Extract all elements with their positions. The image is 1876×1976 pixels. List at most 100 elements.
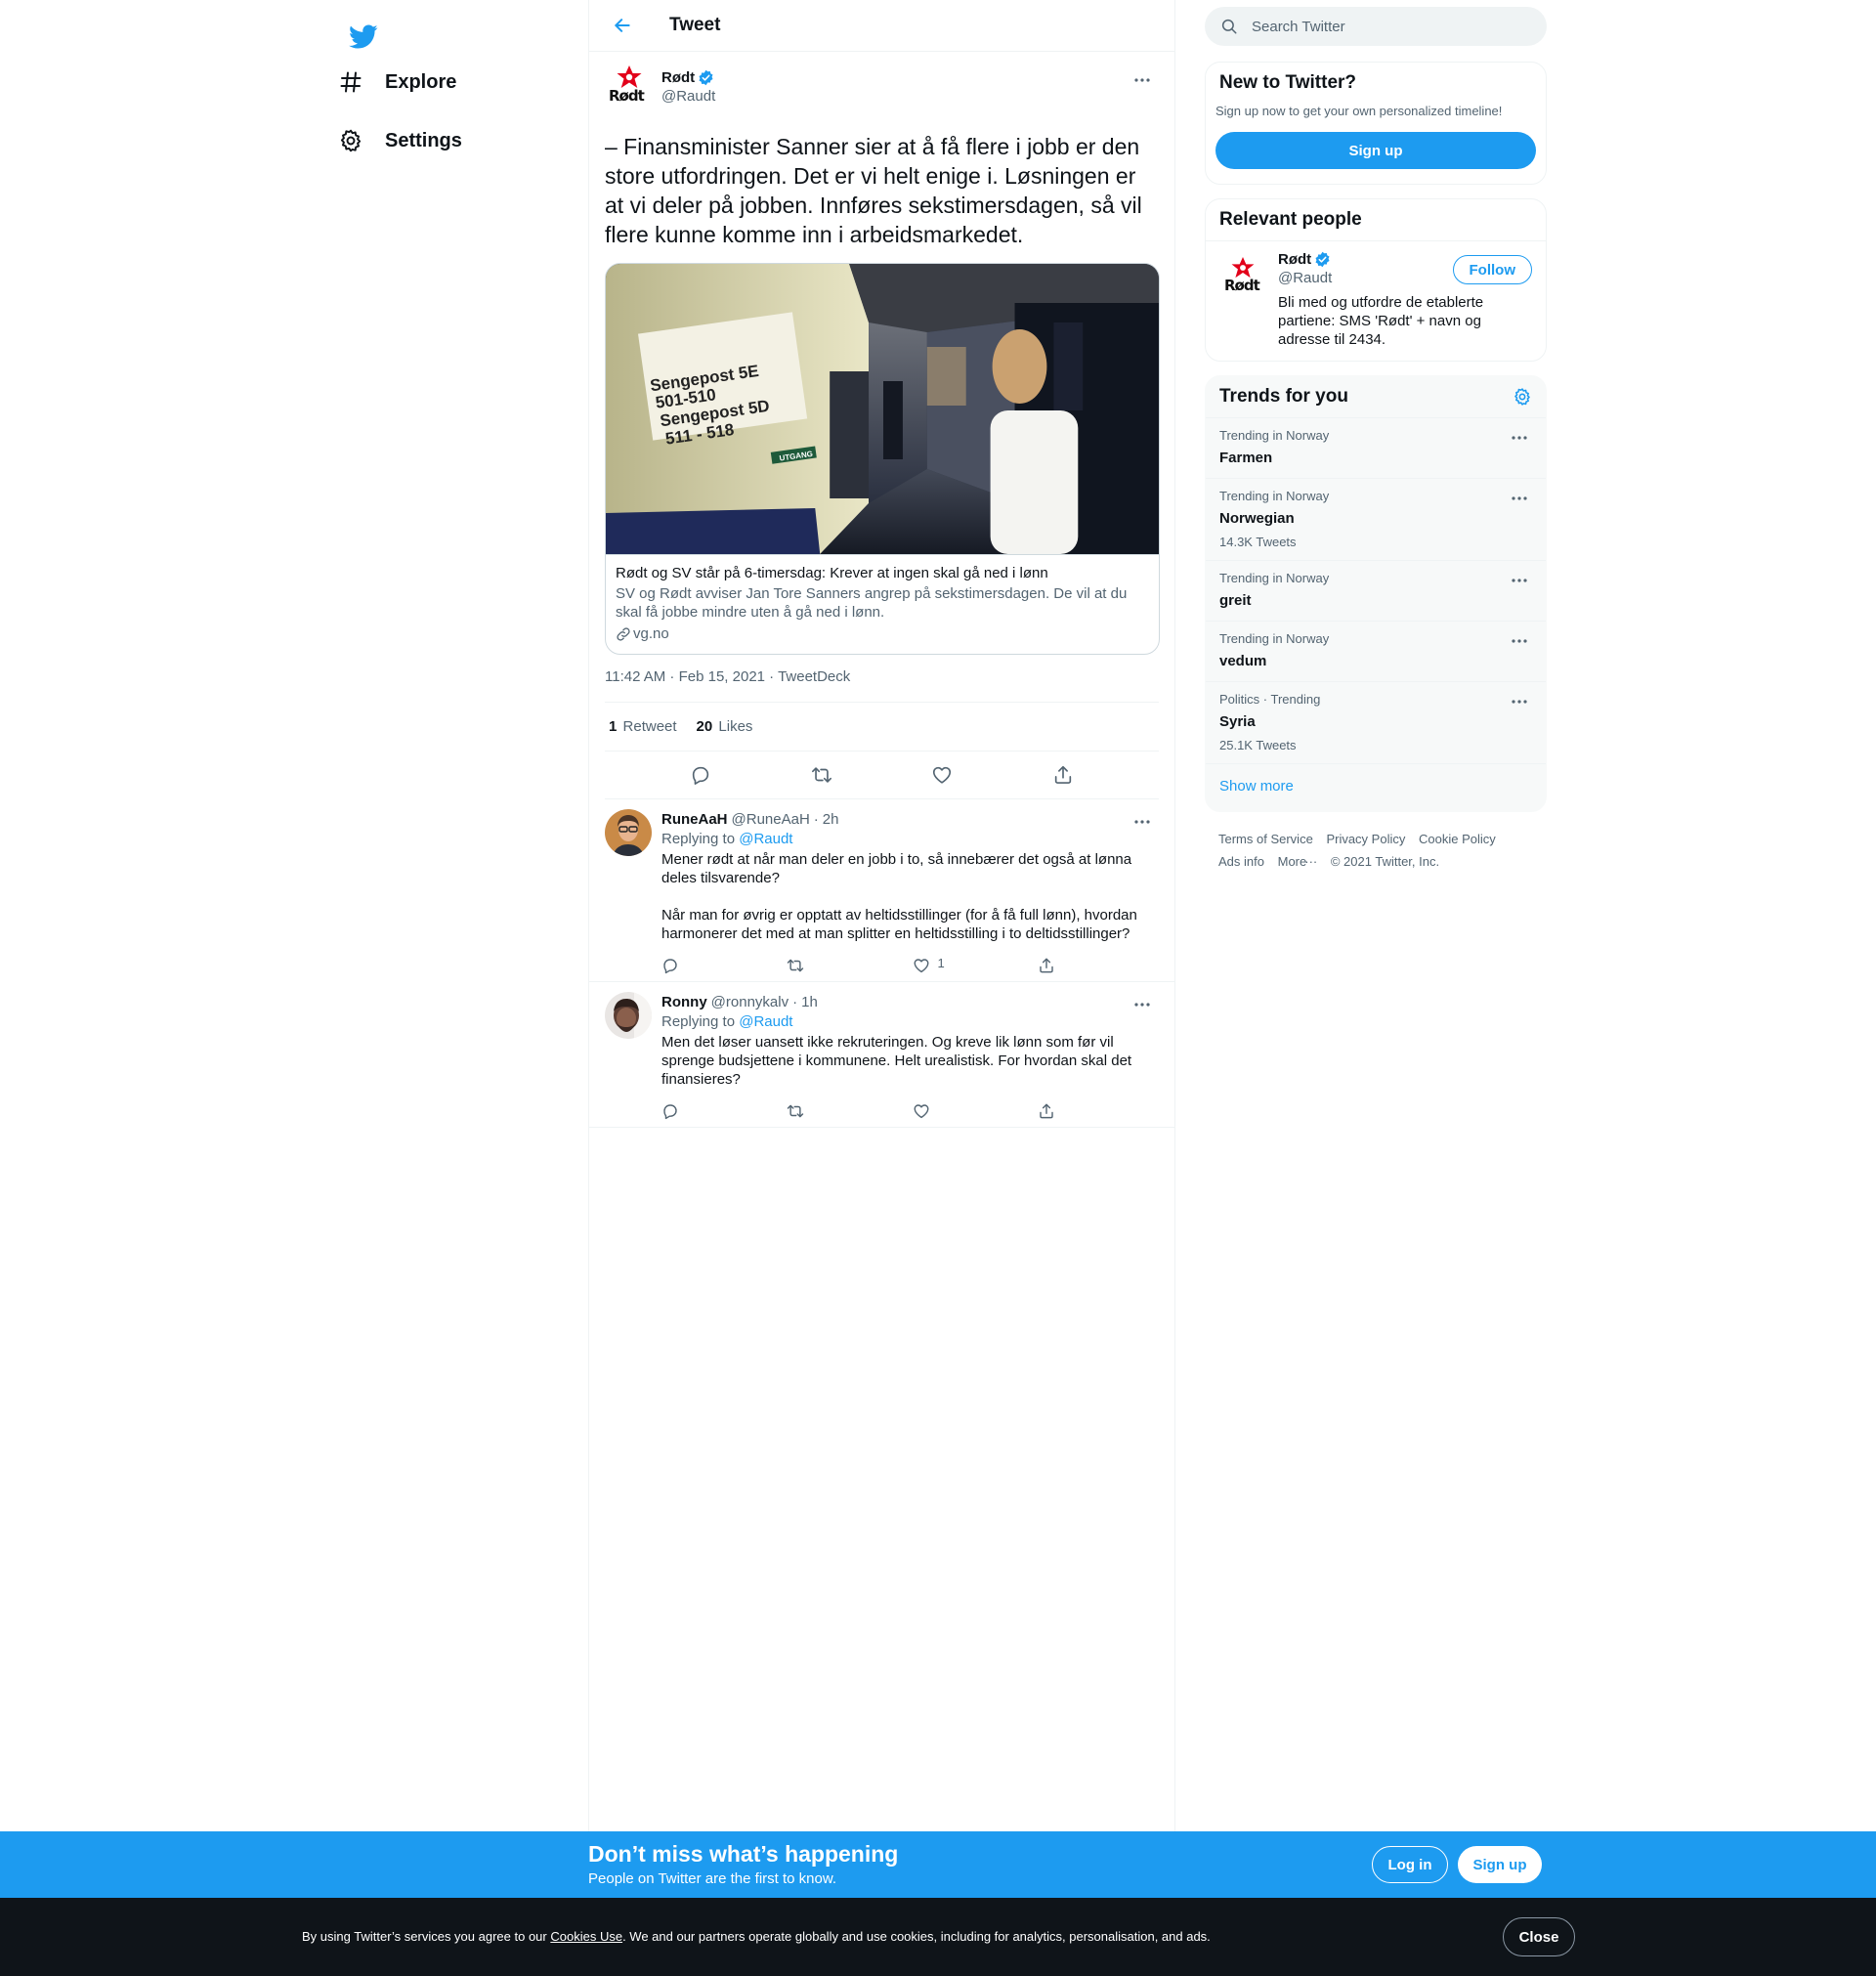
trend-name: greit — [1219, 592, 1252, 609]
trend-item[interactable]: Trending in Norway greit — [1206, 561, 1546, 622]
main-tweet: Rødt Rødt @Raudt – Finansminister Sanner… — [589, 52, 1174, 799]
tweet-actions — [605, 752, 1159, 799]
reply-time[interactable]: 1h — [801, 994, 818, 1010]
tweet-stats: 1 Retweet 20 Likes — [605, 703, 1159, 752]
avatar[interactable] — [605, 992, 652, 1039]
privacy-link[interactable]: Privacy Policy — [1326, 832, 1415, 846]
relevant-person[interactable]: Rødt Rødt @Raudt Bli med og utfordre de … — [1206, 241, 1546, 361]
trend-more-button[interactable] — [1507, 692, 1532, 711]
retweets-count: 1 — [609, 718, 618, 735]
trend-context: Trending in Norway — [1219, 489, 1330, 503]
more-dots-icon — [1512, 496, 1527, 500]
retweet-icon — [783, 953, 808, 978]
trend-item[interactable]: Politics · Trending Syria 25.1K Tweets — [1206, 682, 1546, 764]
cookie-close-button[interactable]: Close — [1503, 1917, 1575, 1956]
ads-info-link[interactable]: Ads info — [1218, 854, 1274, 869]
author-handle[interactable]: @Raudt — [661, 88, 715, 105]
avatar[interactable] — [605, 809, 652, 856]
likes-count: 20 — [696, 718, 713, 735]
avatar[interactable]: Rødt — [1223, 255, 1262, 298]
retweet-button[interactable] — [783, 1098, 908, 1124]
mention-link[interactable]: @Raudt — [739, 1013, 792, 1030]
reply-author-handle[interactable]: @RuneAaH — [732, 811, 810, 828]
rodt-logo-text: Rødt — [1224, 277, 1260, 294]
likes-stat[interactable]: 20 Likes — [697, 718, 753, 735]
like-button[interactable] — [909, 1098, 1034, 1124]
card-domain: vg.no — [633, 625, 669, 642]
copyright: © 2021 Twitter, Inc. — [1330, 854, 1440, 869]
cookies-use-link[interactable]: Cookies Use — [550, 1929, 622, 1944]
new-to-twitter-panel: New to Twitter? Sign up now to get your … — [1205, 62, 1547, 185]
author-name[interactable]: Rødt — [661, 69, 695, 86]
tweet-date[interactable]: Feb 15, 2021 — [679, 668, 765, 685]
promo-signup-button[interactable]: Sign up — [1458, 1846, 1542, 1883]
share-button[interactable] — [1034, 1098, 1159, 1124]
search-input[interactable] — [1252, 18, 1515, 35]
rodt-star-icon — [1231, 257, 1255, 279]
trends-settings-button[interactable] — [1513, 387, 1532, 407]
link-card[interactable]: Sengepost 5E 501-510 Sengepost 5D 511 - … — [605, 263, 1160, 655]
trend-name: Norwegian — [1219, 510, 1295, 527]
reply-button[interactable] — [658, 953, 783, 978]
replying-to-label: Replying to — [661, 1013, 736, 1030]
more-options-button[interactable] — [1126, 994, 1159, 1015]
trend-more-button[interactable] — [1507, 631, 1532, 651]
trend-more-button[interactable] — [1507, 428, 1532, 448]
share-icon — [1034, 953, 1059, 978]
promo-subtitle: People on Twitter are the first to know. — [588, 1870, 837, 1887]
trend-context: Politics · Trending — [1219, 692, 1321, 707]
show-more-link[interactable]: Show more — [1206, 764, 1546, 811]
nav-item-explore[interactable]: Explore — [324, 57, 468, 107]
trend-more-button[interactable] — [1507, 571, 1532, 590]
likes-label: Likes — [718, 718, 753, 735]
reply-button[interactable] — [658, 1098, 783, 1124]
terms-link[interactable]: Terms of Service — [1218, 832, 1323, 846]
nav-item-settings[interactable]: Settings — [324, 115, 474, 166]
more-options-button[interactable] — [1126, 69, 1159, 91]
arrow-left-icon — [615, 19, 630, 32]
reply-button[interactable] — [682, 756, 719, 794]
reply-tweet[interactable]: RuneAaH @RuneAaH · 2h Replying to @Raudt… — [589, 799, 1174, 982]
replying-to-label: Replying to — [661, 831, 736, 847]
trend-name: vedum — [1219, 653, 1267, 669]
reply-author-handle[interactable]: @ronnykalv — [711, 994, 789, 1010]
retweets-stat[interactable]: 1 Retweet — [609, 718, 677, 735]
reply-author-name[interactable]: Ronny — [661, 994, 707, 1010]
trend-item[interactable]: Trending in Norway vedum — [1206, 622, 1546, 682]
back-button[interactable] — [605, 8, 640, 43]
verified-badge-icon — [698, 69, 714, 86]
login-button[interactable]: Log in — [1372, 1846, 1448, 1883]
twitter-logo-icon[interactable] — [338, 12, 389, 63]
search-box[interactable] — [1205, 7, 1547, 46]
signup-button[interactable]: Sign up — [1215, 132, 1536, 169]
reply-author-name[interactable]: RuneAaH — [661, 811, 728, 828]
separator-dot: · — [813, 810, 819, 828]
gear-icon — [1514, 388, 1530, 406]
footer-links: Terms of Service Privacy Policy Cookie P… — [1205, 812, 1547, 888]
trend-item[interactable]: Trending in Norway Norwegian 14.3K Tweet… — [1206, 479, 1546, 561]
like-button[interactable] — [923, 756, 960, 794]
replying-to: Replying to @Raudt — [661, 1012, 1159, 1032]
mention-link[interactable]: @Raudt — [739, 831, 792, 847]
right-sidebar: New to Twitter? Sign up now to get your … — [1205, 0, 1547, 888]
more-options-button[interactable] — [1126, 811, 1159, 833]
tweet-time[interactable]: 11:42 AM — [605, 668, 665, 685]
follow-button[interactable]: Follow — [1452, 255, 1532, 284]
reply-text: Men det løser uansett ikke rekruteringen… — [661, 1034, 1132, 1088]
avatar[interactable]: Rødt — [605, 64, 652, 110]
more-dots-icon — [1512, 700, 1527, 704]
cookie-policy-link[interactable]: Cookie Policy — [1419, 832, 1506, 846]
trend-item[interactable]: Trending in Norway Farmen — [1206, 418, 1546, 479]
retweet-button[interactable] — [803, 756, 840, 794]
reply-like-count: 1 — [937, 955, 945, 970]
trend-count: 25.1K Tweets — [1219, 738, 1297, 752]
share-button[interactable] — [1034, 953, 1159, 978]
reply-tweet[interactable]: Ronny @ronnykalv · 1h Replying to @Raudt… — [589, 982, 1174, 1128]
retweet-button[interactable] — [783, 953, 908, 978]
reply-time[interactable]: 2h — [823, 811, 839, 828]
share-button[interactable] — [1045, 756, 1082, 794]
like-button[interactable]: 1 — [909, 953, 1034, 978]
replying-to: Replying to @Raudt — [661, 830, 1159, 849]
tweet-source[interactable]: TweetDeck — [778, 668, 850, 685]
trend-more-button[interactable] — [1507, 489, 1532, 508]
